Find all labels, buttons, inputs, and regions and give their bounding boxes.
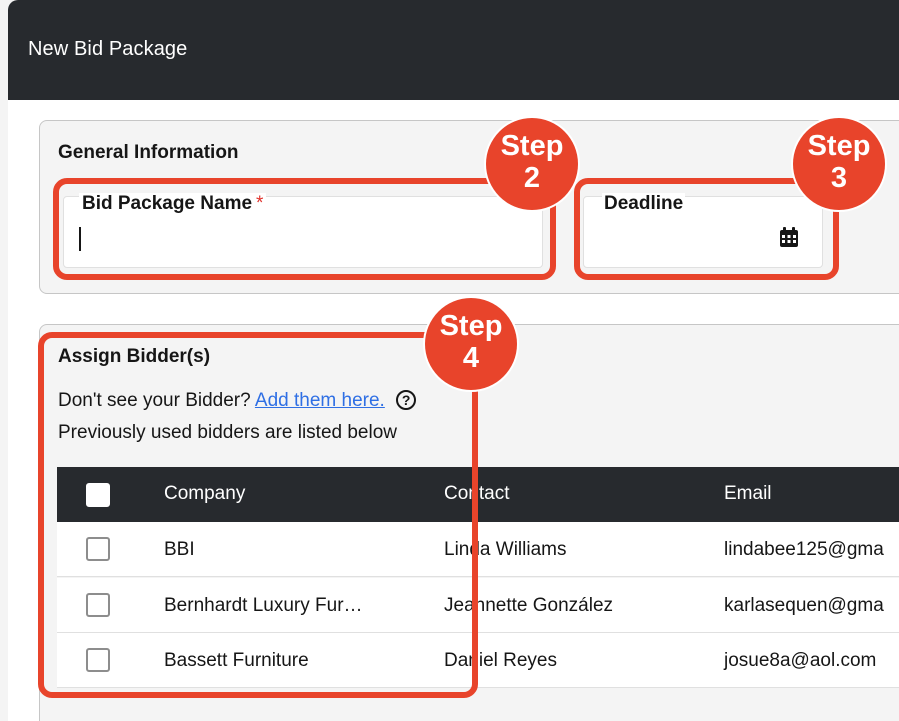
row-checkbox[interactable] [86,537,110,561]
bid-package-name-field[interactable]: Bid Package Name * [63,193,543,268]
cell-email: lindabee125@gma [724,539,884,560]
table-row[interactable]: BBI Linda Williams lindabee125@gma [57,522,899,577]
table-row[interactable]: Bassett Furniture Daniel Reyes josue8a@a… [57,633,899,688]
previously-used-subtitle: Previously used bidders are listed below [58,422,398,443]
step-3-word: Step [807,130,871,162]
bidder-hint-text: Don't see your Bidder? [58,390,251,411]
step-3-badge: Step 3 [793,118,885,210]
bid-package-name-input[interactable] [78,227,528,257]
deadline-input[interactable] [598,227,768,257]
row-checkbox[interactable] [86,648,110,672]
cell-company: Bernhardt Luxury Fur… [164,595,363,616]
help-circle-icon[interactable]: ? [396,390,417,410]
step-4-word: Step [439,310,503,342]
select-all-checkbox[interactable] [86,483,110,507]
cell-email: josue8a@aol.com [724,650,877,671]
cell-contact: Linda Williams [444,539,567,560]
add-bidder-link[interactable]: Add them here. [255,390,385,411]
text-cursor [79,227,81,251]
bid-package-name-label-text: Bid Package Name [82,193,253,214]
step-4-number: 4 [462,342,480,374]
bidders-table-header: Company Contact Email [57,467,899,522]
cell-contact: Daniel Reyes [444,650,557,671]
bid-package-name-label: Bid Package Name * [79,193,267,215]
bidder-hint: Don't see your Bidder? Add them here. ? [58,390,417,412]
modal-title: New Bid Package [28,38,188,60]
deadline-field[interactable]: Deadline [583,193,823,268]
row-checkbox[interactable] [86,593,110,617]
calendar-icon[interactable] [778,226,800,248]
step-2-badge: Step 2 [486,118,578,210]
cell-email: karlasequen@gma [724,595,884,616]
step-3-number: 3 [830,162,848,194]
table-row[interactable]: Bernhardt Luxury Fur… Jeannette González… [57,578,899,633]
cell-company: BBI [164,539,195,560]
step-2-word: Step [500,130,564,162]
modal-header: New Bid Package [8,0,899,100]
step-2-number: 2 [523,162,541,194]
required-asterisk: * [256,193,264,214]
cell-contact: Jeannette González [444,595,614,616]
deadline-label: Deadline [602,193,686,215]
column-header-contact[interactable]: Contact [444,483,509,505]
column-header-company[interactable]: Company [164,483,245,505]
assign-bidders-title: Assign Bidder(s) [58,346,211,367]
step-4-badge: Step 4 [425,298,517,390]
column-header-email[interactable]: Email [724,483,772,505]
cell-company: Bassett Furniture [164,650,309,671]
general-information-title: General Information [58,142,239,163]
